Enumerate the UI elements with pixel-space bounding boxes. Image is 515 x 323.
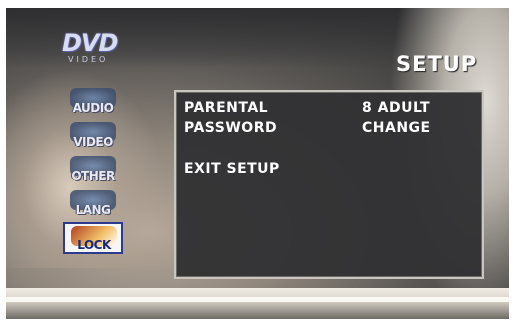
dvd-video-logo: DVD VIDEO xyxy=(62,31,124,69)
sidebar-item-label: LANG xyxy=(75,203,111,217)
setting-label: PASSWORD xyxy=(184,120,278,136)
background-floor xyxy=(6,288,509,319)
sidebar-item-lang[interactable]: LANG xyxy=(64,188,122,220)
sidebar-item-lock[interactable]: LOCK xyxy=(63,222,123,254)
sidebar-item-label: AUDIO xyxy=(72,101,114,115)
sidebar-item-label: LOCK xyxy=(77,238,111,252)
exit-setup-label: EXIT SETUP xyxy=(184,161,280,177)
setup-sidebar: AUDIO VIDEO OTHER LANG LOCK xyxy=(63,86,123,256)
setting-value[interactable]: 8 ADULT xyxy=(362,100,430,116)
dvd-logo-text: DVD xyxy=(62,29,118,57)
tv-screen: DVD VIDEO SETUP AUDIO VIDEO OTHER LANG L… xyxy=(6,8,509,319)
setting-label: PARENTAL xyxy=(184,100,269,116)
sidebar-item-video[interactable]: VIDEO xyxy=(64,120,122,152)
sidebar-item-label: VIDEO xyxy=(73,135,113,149)
settings-panel: PARENTAL 8 ADULT PASSWORD CHANGE EXIT SE… xyxy=(174,90,484,279)
sidebar-item-other[interactable]: OTHER xyxy=(64,154,122,186)
setting-value[interactable]: CHANGE xyxy=(362,120,431,136)
page-title: SETUP xyxy=(396,52,478,76)
sidebar-item-label: OTHER xyxy=(71,169,115,183)
background-strip xyxy=(6,297,509,302)
sidebar-item-audio[interactable]: AUDIO xyxy=(64,86,122,118)
